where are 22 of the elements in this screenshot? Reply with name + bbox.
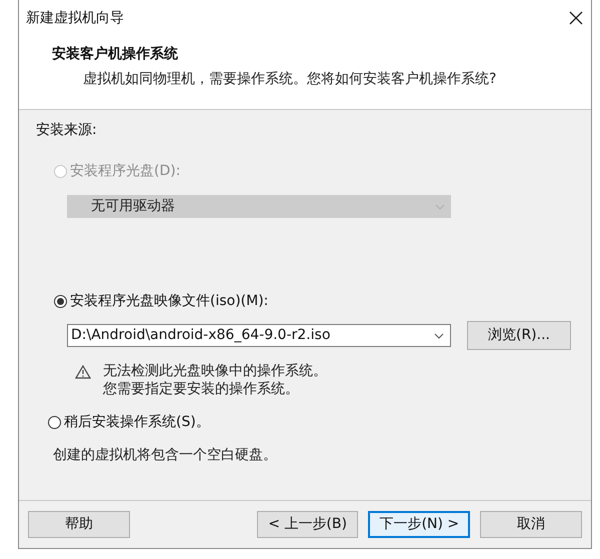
header-subtitle: 虚拟机如同物理机，需要操作系统。您将如何安装客户机操作系统?	[83, 70, 498, 89]
radio-button[interactable]	[48, 416, 61, 429]
browse-button[interactable]: 浏览(R)...	[467, 321, 571, 350]
warning-icon	[75, 365, 91, 379]
dropdown[interactable]: D:\Android\android-x86_64-9.0-r2.iso	[67, 324, 451, 347]
radio-label: 安装程序光盘(D):	[70, 162, 180, 181]
section-label: 安装来源:	[36, 121, 98, 140]
radio-label: 安装程序光盘映像文件(iso)(M):	[70, 292, 268, 311]
chevron-icon	[434, 332, 444, 338]
dialog-button[interactable]: 帮助	[28, 511, 130, 538]
warning-text: 您需要指定要安装的操作系统。	[103, 380, 300, 398]
radio-label: 稍后安装操作系统(S)。	[64, 413, 210, 432]
close-icon[interactable]	[569, 11, 583, 25]
warning-text: 无法检测此光盘映像中的操作系统。	[103, 362, 327, 380]
dialog-button[interactable]: < 上一步(B)	[256, 511, 358, 538]
chevron-icon	[435, 204, 445, 210]
note-text: 创建的虚拟机将包含一个空白硬盘。	[53, 446, 278, 465]
header-title: 安装客户机操作系统	[52, 44, 179, 64]
dialog-button[interactable]: 取消	[480, 511, 582, 538]
radio-button[interactable]	[54, 295, 67, 308]
dialog-button[interactable]: 下一步(N) >	[368, 511, 470, 538]
window-title: 新建虚拟机向导	[26, 8, 124, 28]
